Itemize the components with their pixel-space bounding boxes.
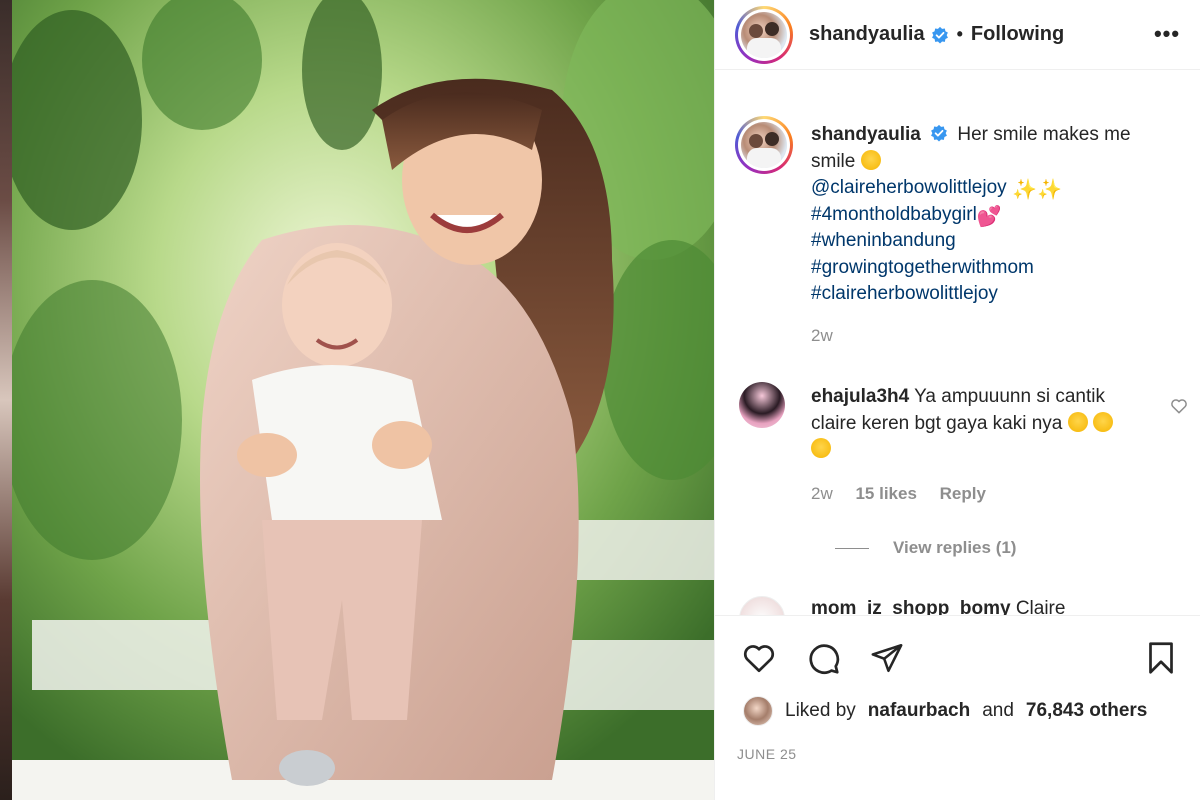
- caption-username[interactable]: shandyaulia: [811, 124, 921, 145]
- post-header: shandyaulia • Following •••: [715, 0, 1200, 70]
- more-options-icon[interactable]: •••: [1153, 21, 1181, 46]
- post-photo[interactable]: [0, 0, 714, 800]
- comment-text: mom_iz_shopp_bomy Claire: [811, 598, 1065, 615]
- verified-badge-icon: [931, 124, 948, 142]
- liked-by-and: and: [982, 700, 1014, 721]
- comment-bubble-icon[interactable]: [803, 638, 843, 678]
- view-replies-label: View replies (1): [893, 538, 1017, 557]
- header-separator: •: [956, 24, 963, 44]
- view-replies-button[interactable]: View replies (1): [835, 538, 1016, 558]
- comment-likes[interactable]: 15 likes: [855, 484, 916, 503]
- hashtag-link[interactable]: #claireherbowolittlejoy: [811, 281, 1131, 308]
- liked-by-row[interactable]: Liked by nafaurbach and 76,843 others: [743, 696, 1147, 726]
- others-count[interactable]: 76,843 others: [1026, 700, 1147, 722]
- caption-time[interactable]: 2w: [811, 326, 833, 346]
- like-heart-icon[interactable]: [739, 638, 779, 678]
- following-button[interactable]: Following: [971, 23, 1064, 46]
- verified-badge-icon: [931, 26, 948, 43]
- joy-emoji-icon: [1092, 411, 1113, 432]
- commenter-avatar[interactable]: [739, 596, 785, 615]
- commenter-username[interactable]: ehajula3h4: [811, 386, 909, 407]
- post-date[interactable]: JUNE 25: [737, 746, 797, 762]
- comments-section[interactable]: shandyaulia Her smile makes me smile @cl…: [715, 70, 1200, 615]
- post-username[interactable]: shandyaulia: [809, 23, 925, 46]
- joy-emoji-icon: [1067, 411, 1088, 432]
- caption-mention[interactable]: @claireherbowolittlejoy ✨ ✨: [811, 175, 1131, 202]
- reply-button[interactable]: Reply: [940, 484, 986, 503]
- comment-text: ehajula3h4 Ya ampuuunn si cantik claire …: [811, 384, 1131, 464]
- save-bookmark-icon[interactable]: [1141, 638, 1181, 678]
- hashtag-link[interactable]: #4montholdbabygirl💕: [811, 202, 1131, 229]
- commenter-avatar[interactable]: [739, 382, 785, 428]
- profile-avatar[interactable]: [735, 5, 793, 64]
- comment-message: Claire: [1015, 598, 1066, 615]
- comment-time[interactable]: 2w: [811, 484, 833, 503]
- hashtag-link[interactable]: #growingtogetherwithmom: [811, 255, 1131, 282]
- joy-emoji-icon: [811, 438, 831, 458]
- commenter-username[interactable]: mom_iz_shopp_bomy: [811, 598, 1011, 615]
- liker-avatar[interactable]: [743, 696, 773, 726]
- sparkles-emoji-icon: ✨: [1037, 179, 1063, 201]
- post-actions: Liked by nafaurbach and 76,843 others JU…: [715, 615, 1200, 800]
- previous-post-edge: [0, 0, 12, 800]
- like-comment-heart-icon[interactable]: [1169, 396, 1189, 416]
- hashtag-link[interactable]: #wheninbandung: [811, 228, 1131, 255]
- replies-divider-line: [835, 547, 869, 549]
- sparkles-emoji-icon: ✨: [1011, 179, 1037, 201]
- smiley-emoji-icon: [860, 149, 881, 170]
- two-hearts-emoji-icon: 💕: [976, 205, 1002, 228]
- mother-baby-photo: [12, 0, 714, 800]
- liked-by-prefix: Liked by: [785, 700, 856, 721]
- comment-meta: 2w 15 likes Reply: [811, 484, 1004, 504]
- post-detail-panel: shandyaulia • Following ••• shandyaulia: [714, 0, 1200, 800]
- liker-username[interactable]: nafaurbach: [868, 700, 970, 722]
- caption-avatar[interactable]: [735, 116, 793, 174]
- share-paper-plane-icon[interactable]: [867, 638, 907, 678]
- caption-text: shandyaulia Her smile makes me smile @cl…: [811, 122, 1131, 308]
